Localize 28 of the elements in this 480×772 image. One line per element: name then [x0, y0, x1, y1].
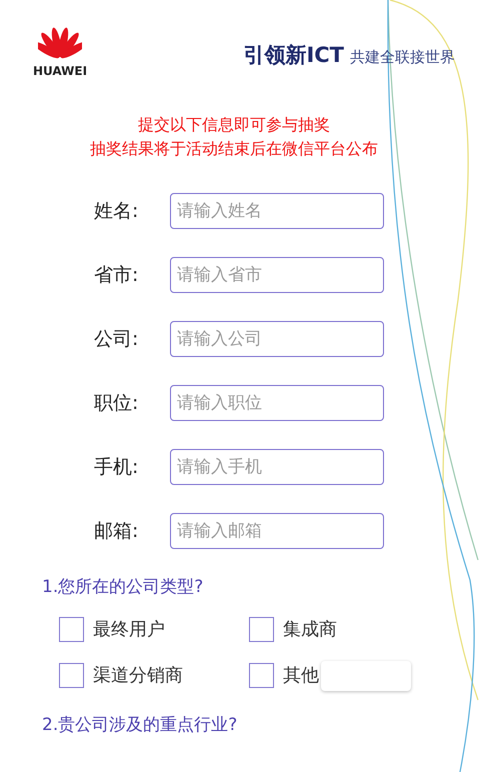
- input-field[interactable]: 请输入姓名: [170, 193, 384, 229]
- field-label: 职位:: [94, 390, 140, 416]
- field-label: 姓名:: [94, 198, 140, 224]
- question-title: 1.您所在的公司类型?: [42, 576, 204, 599]
- flower-logo-icon: [38, 26, 82, 60]
- checkbox[interactable]: [249, 617, 274, 642]
- field-label: 省市:: [94, 262, 140, 288]
- notice-text: 抽奖结果将于活动结束后在微信平台公布: [90, 138, 378, 160]
- input-field[interactable]: 请输入邮箱: [170, 513, 384, 549]
- field-label: 公司:: [94, 326, 140, 352]
- input-field[interactable]: 请输入职位: [170, 385, 384, 421]
- input-field[interactable]: 请输入公司: [170, 321, 384, 357]
- slogan-title: 引领新ICT: [243, 42, 344, 69]
- checkbox[interactable]: [59, 663, 84, 688]
- checkbox[interactable]: [59, 617, 84, 642]
- field-label: 手机:: [94, 454, 140, 480]
- input-field[interactable]: 请输入省市: [170, 257, 384, 293]
- option-label: 其他: [283, 664, 319, 688]
- checkbox[interactable]: [249, 663, 274, 688]
- option-label: 最终用户: [93, 618, 165, 642]
- option-label: 渠道分销商: [93, 664, 183, 688]
- field-label: 邮箱:: [94, 518, 140, 544]
- notice-text: 提交以下信息即可参与抽奖: [138, 114, 330, 136]
- option-label: 集成商: [283, 618, 337, 642]
- question-title: 2.贵公司涉及的重点行业?: [42, 714, 238, 736]
- other-input-field[interactable]: [321, 660, 411, 690]
- input-field[interactable]: 请输入手机: [170, 449, 384, 485]
- logo-text: HUAWEI: [33, 65, 88, 77]
